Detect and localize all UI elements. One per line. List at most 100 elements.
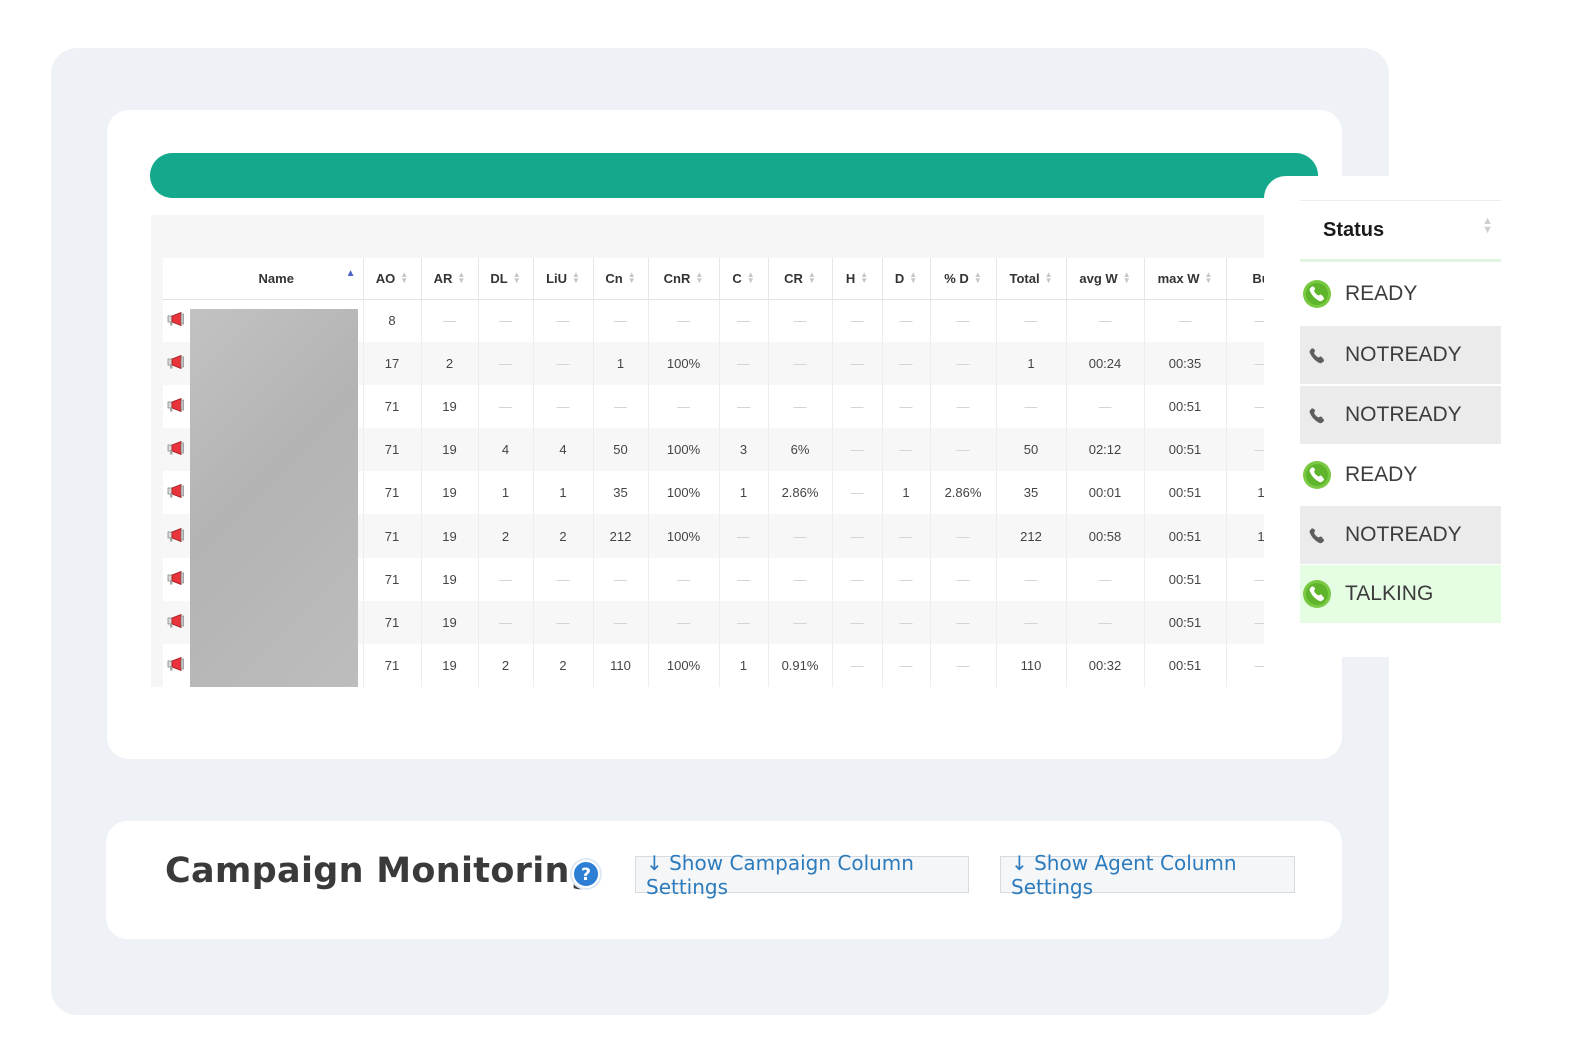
- column-header[interactable]: CR ▲ ▼: [768, 258, 833, 300]
- table-cell: —: [832, 643, 883, 687]
- sort-arrows-icon[interactable]: ▲ ▼: [400, 271, 408, 285]
- table-cell: 19: [421, 514, 479, 558]
- status-label: NOTREADY: [1345, 403, 1462, 426]
- phone-ready-icon: [1302, 579, 1332, 609]
- table-cell: —: [930, 342, 997, 386]
- status-row[interactable]: NOTREADY: [1300, 386, 1501, 444]
- table-cell: 1: [1226, 471, 1264, 515]
- sort-arrows-icon[interactable]: ▲ ▼: [1123, 271, 1131, 285]
- sort-arrows-icon[interactable]: ▲ ▼: [1045, 271, 1053, 285]
- sort-arrows-icon[interactable]: ▲ ▼: [808, 271, 816, 285]
- megaphone-icon: [167, 613, 185, 628]
- table-cell: 1: [533, 471, 594, 515]
- table-cell: 19: [421, 557, 479, 601]
- column-header-label: CR: [784, 270, 803, 286]
- table-cell: 100%: [648, 514, 720, 558]
- table-cell: —: [421, 299, 479, 343]
- table-cell: —: [1066, 557, 1145, 601]
- status-row[interactable]: TALKING: [1300, 565, 1501, 623]
- sort-arrows-icon[interactable]: ▲ ▼: [1482, 216, 1493, 236]
- table-cell: —: [882, 643, 931, 687]
- sort-arrows-icon[interactable]: ▲ ▼: [695, 271, 703, 285]
- table-cell: 2.86%: [930, 471, 997, 515]
- help-icon[interactable]: ?: [569, 857, 603, 891]
- table-cell: 00:51: [1144, 471, 1227, 515]
- sort-arrows-icon[interactable]: ▲ ▼: [572, 271, 580, 285]
- column-header[interactable]: D ▲ ▼: [882, 258, 931, 300]
- table-cell: —: [768, 385, 833, 429]
- table-cell: —: [832, 342, 883, 386]
- column-header[interactable]: C ▲ ▼: [719, 258, 769, 300]
- status-row[interactable]: NOTREADY: [1300, 506, 1501, 564]
- status-column-header[interactable]: Status ▲ ▼: [1300, 200, 1501, 262]
- table-cell: 8: [363, 299, 422, 343]
- table-cell: 100%: [648, 471, 720, 515]
- sort-arrows-icon[interactable]: ▲ ▼: [1204, 271, 1212, 285]
- table-cell: —: [930, 299, 997, 343]
- status-header-label: Status: [1323, 218, 1385, 241]
- table-cell: 00:51: [1144, 557, 1227, 601]
- table-cell: 19: [421, 428, 479, 472]
- megaphone-icon: [167, 570, 185, 585]
- column-header[interactable]: AO ▲ ▼: [363, 258, 422, 300]
- table-cell: —: [478, 342, 534, 386]
- sort-arrows-icon[interactable]: ▲ ▼: [628, 271, 636, 285]
- sort-arrows-icon[interactable]: ▲ ▼: [457, 271, 465, 285]
- table-cell: —: [1066, 385, 1145, 429]
- table-cell: —: [768, 600, 833, 644]
- column-header[interactable]: DL ▲ ▼: [478, 258, 534, 300]
- sort-arrows-icon[interactable]: ▲ ▼: [513, 271, 521, 285]
- sort-arrows-icon[interactable]: ▲ ▼: [860, 271, 868, 285]
- show-campaign-column-settings-button[interactable]: ↓ Show Campaign Column Settings: [635, 851, 969, 899]
- svg-text:?: ?: [581, 865, 591, 885]
- column-header[interactable]: Bu: [1226, 258, 1264, 300]
- table-cell: 3: [719, 428, 769, 472]
- column-header[interactable]: % D ▲ ▼: [930, 258, 997, 300]
- phone-notready-icon: [1302, 400, 1332, 430]
- table-cell: 71: [363, 471, 422, 515]
- table-cell: 00:01: [1066, 471, 1145, 515]
- table-cell: 2: [478, 514, 534, 558]
- megaphone-icon: [167, 398, 185, 413]
- table-cell: 19: [421, 643, 479, 687]
- table-cell: 1: [719, 643, 769, 687]
- table-cell: 1: [996, 342, 1067, 386]
- table-cell: 71: [363, 600, 422, 644]
- sort-arrows-icon[interactable]: ▲ ▼: [974, 271, 982, 285]
- table-cell: —: [533, 600, 594, 644]
- column-header[interactable]: avg W ▲ ▼: [1066, 258, 1145, 300]
- table-cell: —: [533, 342, 594, 386]
- sort-arrows-icon[interactable]: ▲ ▼: [909, 271, 917, 285]
- table-cell: 50: [996, 428, 1067, 472]
- sort-ascending-icon[interactable]: ▲: [346, 268, 356, 279]
- column-header-label: C: [732, 270, 742, 286]
- megaphone-icon: [167, 484, 185, 499]
- column-header[interactable]: Cn ▲ ▼: [593, 258, 649, 300]
- table-cell: —: [1226, 385, 1264, 429]
- table-cell: —: [882, 514, 931, 558]
- status-row[interactable]: NOTREADY: [1300, 326, 1501, 384]
- column-header[interactable]: LiU ▲ ▼: [533, 258, 594, 300]
- column-header[interactable]: ▲ Name: [190, 258, 364, 300]
- table-cell: —: [930, 643, 997, 687]
- table-cell: —: [882, 600, 931, 644]
- column-header[interactable]: max W ▲ ▼: [1144, 258, 1227, 300]
- status-label: READY: [1345, 463, 1418, 486]
- table-cell: 2: [421, 342, 479, 386]
- table-cell: —: [832, 428, 883, 472]
- column-header[interactable]: H ▲ ▼: [832, 258, 883, 300]
- table-cell: 110: [996, 643, 1067, 687]
- column-header[interactable]: AR ▲ ▼: [421, 258, 479, 300]
- status-row[interactable]: READY: [1300, 265, 1501, 323]
- status-row[interactable]: READY: [1300, 446, 1501, 504]
- table-cell: —: [593, 385, 649, 429]
- show-agent-column-settings-button[interactable]: ↓ Show Agent Column Settings: [1000, 851, 1295, 899]
- table-cell: —: [719, 385, 769, 429]
- phone-ready-icon: [1302, 279, 1332, 309]
- table-cell: 00:24: [1066, 342, 1145, 386]
- column-header[interactable]: Total ▲ ▼: [996, 258, 1067, 300]
- sort-arrows-icon[interactable]: ▲ ▼: [747, 271, 755, 285]
- column-header[interactable]: CnR ▲ ▼: [648, 258, 720, 300]
- table-cell: —: [719, 342, 769, 386]
- table-cell: 2: [533, 643, 594, 687]
